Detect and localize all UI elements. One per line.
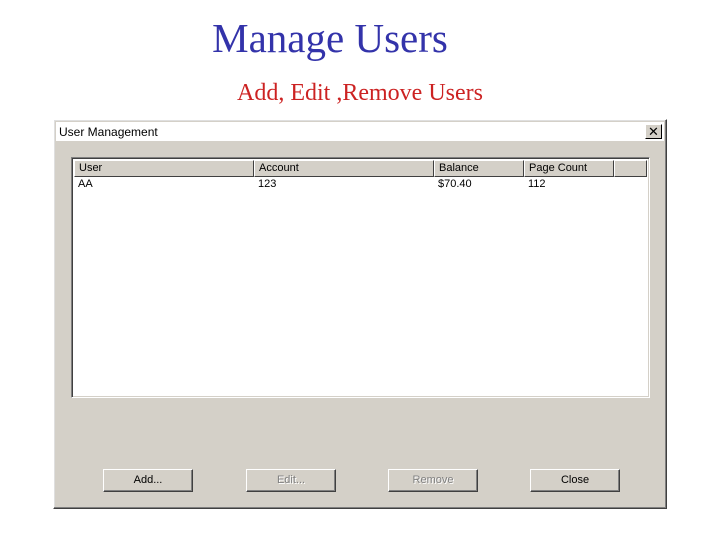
cell-balance: $70.40 <box>438 178 472 190</box>
close-icon[interactable]: ✕ <box>645 124 662 139</box>
cell-account: 123 <box>258 178 277 190</box>
cell-page-count: 112 <box>528 178 546 190</box>
add-user-button[interactable]: Add... <box>103 469 193 492</box>
user-management-dialog: User Management ✕ User Account Balance P… <box>53 119 667 509</box>
users-list[interactable]: User Account Balance Page Count AA 123 $… <box>71 157 650 398</box>
dialog-title: User Management <box>59 124 158 139</box>
close-button[interactable]: Close <box>530 469 620 492</box>
column-header-balance[interactable]: Balance <box>434 160 524 177</box>
column-header-filler <box>614 160 647 177</box>
column-header-account[interactable]: Account <box>254 160 434 177</box>
table-row[interactable]: AA 123 $70.40 112 <box>74 177 647 192</box>
slide-subtitle: Add, Edit ,Remove Users <box>237 80 483 106</box>
column-header-user[interactable]: User <box>74 160 254 177</box>
cell-user: AA <box>78 178 93 190</box>
edit-user-button[interactable]: Edit... <box>246 469 336 492</box>
column-header-page-count[interactable]: Page Count <box>524 160 614 177</box>
list-header: User Account Balance Page Count <box>74 160 647 177</box>
slide-title: Manage Users <box>212 15 448 61</box>
dialog-titlebar[interactable]: User Management ✕ <box>56 122 664 141</box>
remove-user-button[interactable]: Remove <box>388 469 478 492</box>
